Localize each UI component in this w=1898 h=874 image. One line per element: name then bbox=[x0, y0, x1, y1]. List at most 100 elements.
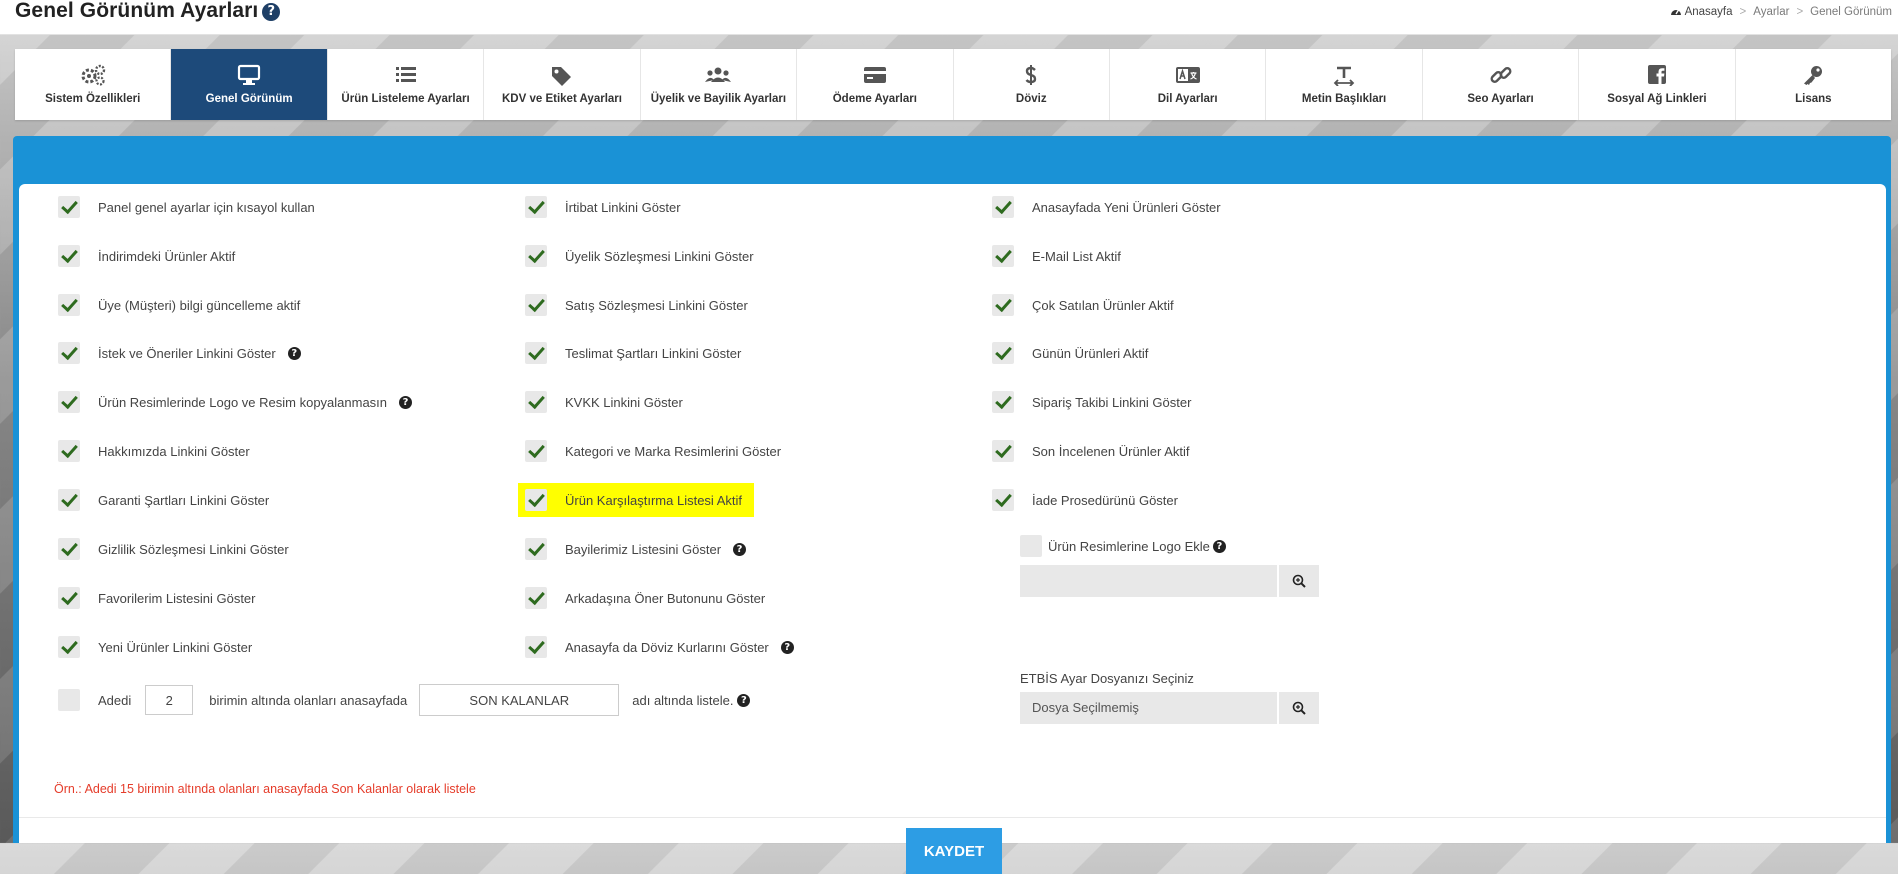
checkbox[interactable] bbox=[525, 196, 547, 218]
option-discounted-products[interactable]: İndirimdeki Ürünler Aktif bbox=[58, 245, 235, 267]
checkbox[interactable] bbox=[58, 440, 80, 462]
tab-metin-basliklari[interactable]: Metin Başlıkları bbox=[1266, 49, 1423, 120]
option-image-copy-protection[interactable]: Ürün Resimlerinde Logo ve Resim kopyalan… bbox=[58, 391, 413, 413]
checkbox[interactable] bbox=[58, 489, 80, 511]
tab-label: Döviz bbox=[1015, 93, 1047, 105]
option-panel-shortcut[interactable]: Panel genel ayarlar için kısayol kullan bbox=[58, 196, 315, 218]
breadcrumb-settings[interactable]: Ayarlar bbox=[1753, 6, 1789, 18]
checkbox[interactable] bbox=[1020, 535, 1042, 557]
dashboard-icon bbox=[1670, 9, 1681, 15]
checkbox[interactable] bbox=[525, 636, 547, 658]
checkbox[interactable] bbox=[525, 391, 547, 413]
save-button[interactable]: KAYDET bbox=[906, 828, 1002, 874]
option-privacy-link[interactable]: Gizlilik Sözleşmesi Linkini Göster bbox=[58, 538, 289, 560]
option-favorites-list[interactable]: Favorilerim Listesini Göster bbox=[58, 587, 256, 609]
help-icon[interactable]: ? bbox=[399, 395, 413, 409]
tab-sistem-ozellikleri[interactable]: Sistem Özellikleri bbox=[15, 49, 172, 120]
help-icon[interactable]: ? bbox=[780, 640, 794, 654]
option-label: İade Prosedürünü Göster bbox=[1032, 492, 1178, 508]
checkbox[interactable] bbox=[525, 538, 547, 560]
option-daily-products[interactable]: Günün Ürünleri Aktif bbox=[992, 342, 1148, 364]
tab-uyelik-bayilik[interactable]: Üyelik ve Bayilik Ayarları bbox=[641, 49, 798, 120]
option-home-new-products[interactable]: Anasayfada Yeni Ürünleri Göster bbox=[992, 196, 1221, 218]
option-member-info-update[interactable]: Üye (Müşteri) bilgi güncelleme aktif bbox=[58, 294, 300, 316]
etbis-file-picker: Dosya Seçilmemiş bbox=[1020, 692, 1319, 724]
breadcrumb-home[interactable]: Anasayfa bbox=[1685, 6, 1733, 18]
checkbox[interactable] bbox=[992, 342, 1014, 364]
tab-kdv-etiket[interactable]: KDV ve Etiket Ayarları bbox=[484, 49, 641, 120]
option-about-link[interactable]: Hakkımızda Linkini Göster bbox=[58, 440, 250, 462]
option-requests-link[interactable]: İstek ve Öneriler Linkini Göster? bbox=[58, 342, 301, 364]
option-membership-agreement-link[interactable]: Üyelik Sözleşmesi Linkini Göster bbox=[525, 245, 754, 267]
option-contact-link[interactable]: İrtibat Linkini Göster bbox=[525, 196, 681, 218]
checkbox[interactable] bbox=[992, 489, 1014, 511]
checkbox[interactable] bbox=[58, 636, 80, 658]
gears-icon bbox=[81, 64, 105, 86]
option-order-tracking-link[interactable]: Sipariş Takibi Linkini Göster bbox=[992, 391, 1191, 413]
etbis-file-field[interactable]: Dosya Seçilmemiş bbox=[1020, 692, 1277, 724]
tab-sosyal-ag[interactable]: Sosyal Ağ Linkleri bbox=[1579, 49, 1736, 120]
tab-seo[interactable]: Seo Ayarları bbox=[1423, 49, 1580, 120]
checkbox[interactable] bbox=[58, 245, 80, 267]
option-exchange-rates[interactable]: Anasayfa da Döviz Kurlarını Göster? bbox=[525, 636, 794, 658]
option-label: Satış Sözleşmesi Linkini Göster bbox=[565, 297, 748, 313]
quantity-input[interactable] bbox=[145, 685, 194, 715]
option-dealers-list[interactable]: Bayilerimiz Listesini Göster? bbox=[525, 538, 747, 560]
option-category-brand-images[interactable]: Kategori ve Marka Resimlerini Göster bbox=[525, 440, 781, 462]
checkbox[interactable] bbox=[992, 245, 1014, 267]
option-add-logo-to-images[interactable]: Ürün Resimlerine Logo Ekle? bbox=[1020, 535, 1226, 557]
etbis-browse-button[interactable] bbox=[1277, 692, 1319, 724]
checkbox[interactable] bbox=[58, 391, 80, 413]
page-title: Genel Görünüm Ayarları? bbox=[15, 0, 281, 23]
option-recently-viewed[interactable]: Son İncelenen Ürünler Aktif bbox=[992, 440, 1190, 462]
help-icon[interactable]: ? bbox=[287, 346, 301, 360]
checkbox[interactable] bbox=[58, 538, 80, 560]
checkbox[interactable] bbox=[525, 342, 547, 364]
checkbox[interactable] bbox=[992, 196, 1014, 218]
help-icon[interactable]: ? bbox=[733, 542, 747, 556]
checkbox[interactable] bbox=[525, 440, 547, 462]
option-best-sellers[interactable]: Çok Satılan Ürünler Aktif bbox=[992, 294, 1174, 316]
option-sales-agreement-link[interactable]: Satış Sözleşmesi Linkini Göster bbox=[525, 294, 748, 316]
checkbox[interactable] bbox=[58, 587, 80, 609]
checkbox[interactable] bbox=[58, 196, 80, 218]
option-recommend-friend-button[interactable]: Arkadaşına Öner Butonunu Göster bbox=[525, 587, 765, 609]
option-label: Yeni Ürünler Linkini Göster bbox=[98, 639, 253, 655]
option-return-procedure[interactable]: İade Prosedürünü Göster bbox=[992, 489, 1178, 511]
logo-browse-button[interactable] bbox=[1277, 565, 1319, 597]
tab-urun-listeleme[interactable]: Ürün Listeleme Ayarları bbox=[328, 49, 485, 120]
list-name-input[interactable] bbox=[419, 684, 620, 716]
option-product-comparison[interactable]: Ürün Karşılaştırma Listesi Aktif bbox=[518, 483, 754, 517]
tab-label: Seo Ayarları bbox=[1467, 93, 1534, 105]
option-new-products-link[interactable]: Yeni Ürünler Linkini Göster bbox=[58, 636, 252, 658]
help-icon[interactable]: ? bbox=[737, 693, 751, 707]
checkbox[interactable] bbox=[58, 294, 80, 316]
tab-doviz[interactable]: Döviz bbox=[954, 49, 1110, 120]
tab-dil-ayarlari[interactable]: Dil Ayarları bbox=[1110, 49, 1267, 120]
tab-odeme[interactable]: Ödeme Ayarları bbox=[797, 49, 954, 120]
help-icon[interactable]: ? bbox=[262, 3, 281, 21]
option-warranty-link[interactable]: Garanti Şartları Linkini Göster bbox=[58, 489, 269, 511]
checkbox[interactable] bbox=[58, 342, 80, 364]
checkbox[interactable] bbox=[992, 294, 1014, 316]
option-delivery-terms-link[interactable]: Teslimat Şartları Linkini Göster bbox=[525, 342, 741, 364]
checkbox[interactable] bbox=[525, 489, 547, 511]
help-icon[interactable]: ? bbox=[1212, 539, 1226, 553]
tags-icon bbox=[551, 67, 571, 86]
checkbox[interactable] bbox=[992, 391, 1014, 413]
option-last-items: Adedi birimin altında olanları anasayfad… bbox=[58, 684, 751, 716]
checkbox[interactable] bbox=[525, 587, 547, 609]
option-kvkk-link[interactable]: KVKK Linkini Göster bbox=[525, 391, 683, 413]
tab-lisans[interactable]: Lisans bbox=[1736, 49, 1891, 120]
list-icon bbox=[395, 67, 416, 82]
checkbox[interactable] bbox=[992, 440, 1014, 462]
tab-genel-gorunum[interactable]: Genel Görünüm bbox=[171, 49, 328, 120]
settings-panel: Panel genel ayarlar için kısayol kullan … bbox=[13, 136, 1891, 874]
logo-file-field[interactable] bbox=[1020, 565, 1277, 597]
checkbox[interactable] bbox=[525, 294, 547, 316]
last-items-checkbox[interactable] bbox=[58, 689, 80, 711]
checkbox[interactable] bbox=[525, 245, 547, 267]
option-label: Ürün Resimlerine Logo Ekle bbox=[1048, 538, 1210, 554]
tab-label: Ürün Listeleme Ayarları bbox=[341, 93, 470, 105]
option-email-list[interactable]: E-Mail List Aktif bbox=[992, 245, 1121, 267]
